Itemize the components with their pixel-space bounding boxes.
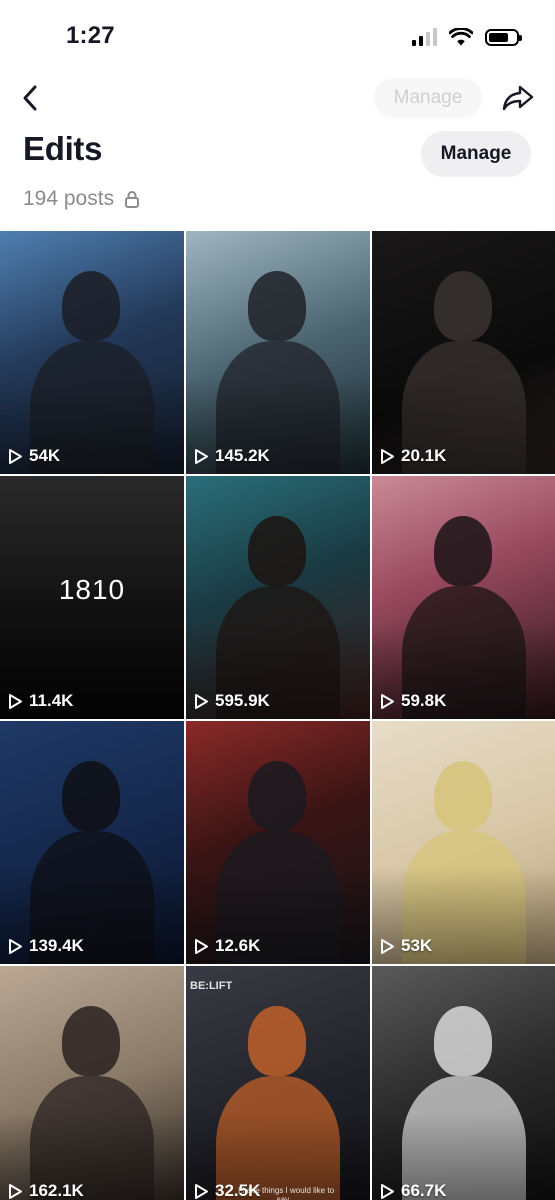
view-count: 54K xyxy=(8,446,60,466)
view-count: 11.4K xyxy=(8,691,73,711)
video-thumbnail[interactable]: 139.4K xyxy=(0,721,184,964)
video-thumbnail[interactable]: 145.2K xyxy=(186,231,370,474)
status-icons xyxy=(412,26,522,48)
view-count-label: 32.5K xyxy=(215,1181,261,1200)
view-count: 12.6K xyxy=(194,936,260,956)
battery-icon xyxy=(485,28,522,46)
thumbnail-shade xyxy=(0,966,184,1200)
thumbnail-shade xyxy=(0,721,184,964)
view-count: 139.4K xyxy=(8,936,84,956)
video-thumbnail[interactable]: 162.1K xyxy=(0,966,184,1200)
thumbnail-shade xyxy=(372,721,555,964)
video-thumbnail[interactable]: 59.8K xyxy=(372,476,555,719)
video-thumbnail[interactable]: 53K xyxy=(372,721,555,964)
share-button[interactable] xyxy=(498,80,538,116)
play-icon xyxy=(9,448,22,464)
post-count: 194 posts xyxy=(23,187,115,210)
chevron-left-icon xyxy=(23,85,37,111)
thumbnail-corner-text: BE:LIFT xyxy=(190,980,233,992)
view-count-label: 145.2K xyxy=(215,446,270,465)
view-count-label: 66.7K xyxy=(401,1181,447,1200)
share-arrow-icon xyxy=(502,85,534,111)
back-button[interactable] xyxy=(14,80,46,116)
wifi-icon xyxy=(449,28,473,46)
view-count: 59.8K xyxy=(380,691,446,711)
thumbnail-shade xyxy=(186,966,370,1200)
play-icon xyxy=(381,448,394,464)
thumbnail-shade xyxy=(0,231,184,474)
profile-collection-screen: 1:27 Manage Edits Manage 194 posts 54K 1… xyxy=(0,0,555,1200)
play-icon xyxy=(195,693,208,709)
play-icon xyxy=(381,938,394,954)
video-thumbnail[interactable]: 595.9K xyxy=(186,476,370,719)
manage-button[interactable]: Manage xyxy=(421,131,531,177)
thumbnail-shade xyxy=(372,966,555,1200)
thumbnail-shade xyxy=(372,476,555,719)
thumbnail-shade xyxy=(186,231,370,474)
view-count: 20.1K xyxy=(380,446,446,466)
view-count-label: 54K xyxy=(29,446,61,465)
view-count: 162.1K xyxy=(8,1181,84,1200)
view-count-label: 595.9K xyxy=(215,691,270,710)
play-icon xyxy=(195,448,208,464)
view-count-label: 53K xyxy=(401,936,433,955)
play-icon xyxy=(195,938,208,954)
video-thumbnail[interactable]: 20.1K xyxy=(372,231,555,474)
thumbnail-shade xyxy=(186,476,370,719)
view-count-label: 12.6K xyxy=(215,936,261,955)
video-grid: 54K 145.2K 20.1K 1810 11.4K 595.9K 59.8K 139.4K… xyxy=(0,231,555,1200)
view-count: 32.5K xyxy=(194,1181,260,1200)
thumbnail-caption: 1810 xyxy=(58,574,126,605)
view-count-label: 59.8K xyxy=(401,691,447,710)
video-thumbnail[interactable]: 66.7K xyxy=(372,966,555,1200)
view-count-label: 11.4K xyxy=(29,691,74,710)
play-icon xyxy=(195,1183,208,1199)
view-count: 145.2K xyxy=(194,446,270,466)
view-count: 66.7K xyxy=(380,1181,446,1200)
video-thumbnail[interactable]: 54K xyxy=(0,231,184,474)
view-count: 595.9K xyxy=(194,691,270,711)
collection-title: Edits xyxy=(23,130,103,167)
play-icon xyxy=(9,938,22,954)
thumbnail-shade xyxy=(186,721,370,964)
view-count: 53K xyxy=(380,936,432,956)
play-icon xyxy=(381,1183,394,1199)
play-icon xyxy=(381,693,394,709)
play-icon xyxy=(9,1183,22,1199)
view-count-label: 162.1K xyxy=(29,1181,84,1200)
status-time: 1:27 xyxy=(66,22,115,49)
play-icon xyxy=(9,693,22,709)
manage-button-faded: Manage xyxy=(374,78,482,118)
video-thumbnail[interactable]: BE:LIFT I have things I would like to say… xyxy=(186,966,370,1200)
status-bar: 1:27 xyxy=(0,0,555,70)
video-thumbnail[interactable]: 12.6K xyxy=(186,721,370,964)
view-count-label: 139.4K xyxy=(29,936,84,955)
cellular-signal-icon xyxy=(412,28,437,46)
lock-icon xyxy=(125,191,140,208)
post-count-row: 194 posts xyxy=(23,187,140,211)
video-thumbnail[interactable]: 1810 11.4K xyxy=(0,476,184,719)
view-count-label: 20.1K xyxy=(401,446,447,465)
thumbnail-shade xyxy=(372,231,555,474)
